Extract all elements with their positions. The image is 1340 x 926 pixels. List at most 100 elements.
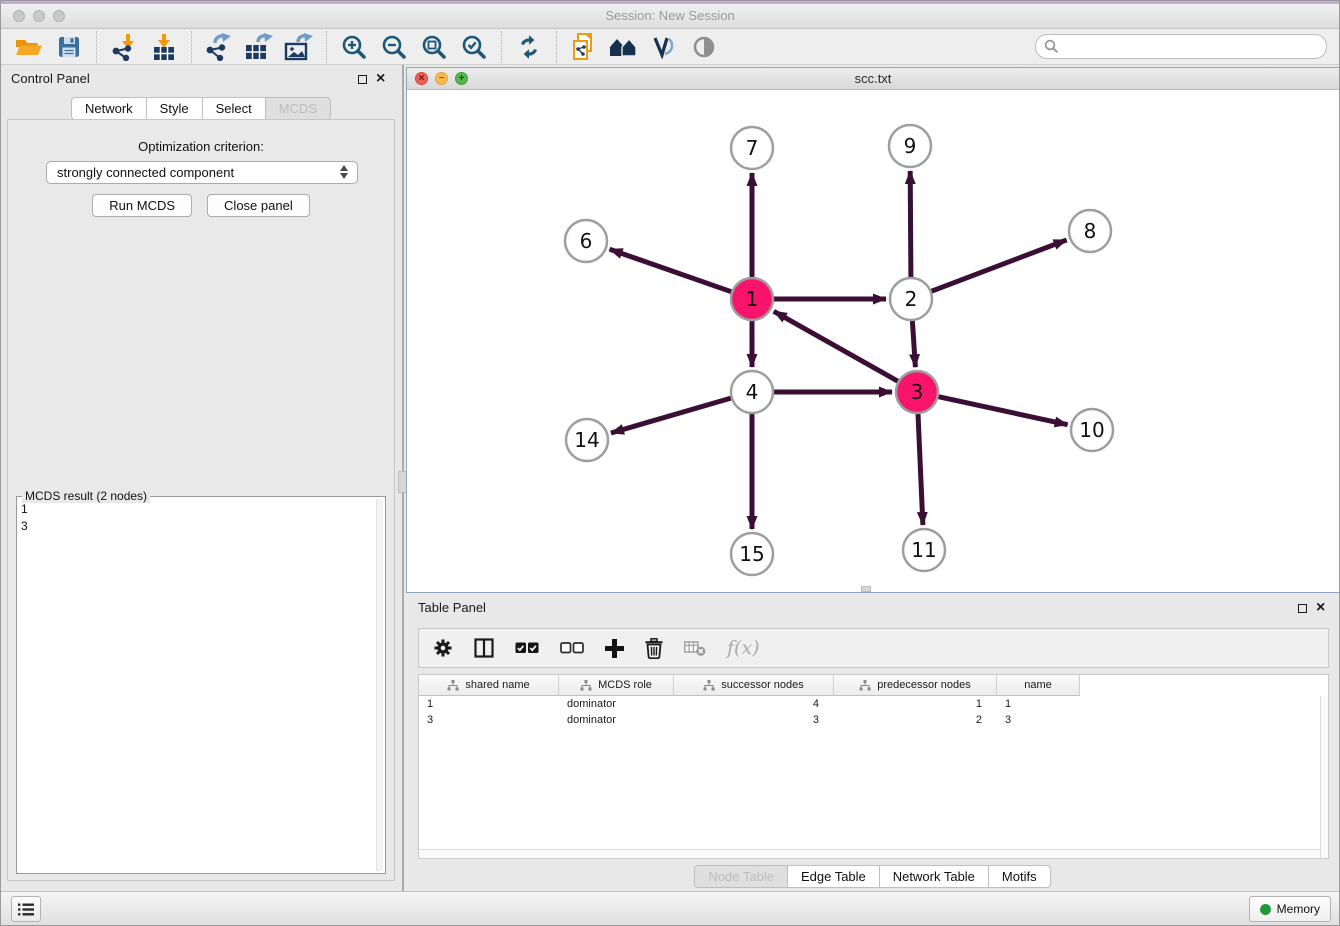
column-header-shared-name[interactable]: shared name [419, 675, 559, 696]
network-resize-handle[interactable] [861, 586, 871, 592]
table-panel-tabs: Node TableEdge TableNetwork TableMotifs [406, 865, 1339, 888]
export-image-icon [284, 33, 314, 61]
edge-3-10[interactable] [939, 397, 1068, 425]
tab-select[interactable]: Select [202, 97, 266, 120]
save-icon [58, 36, 80, 58]
export-table-button[interactable] [239, 31, 279, 63]
graphics-details-button[interactable] [644, 31, 684, 63]
optimization-criterion-label: Optimization criterion: [8, 139, 394, 154]
first-neighbors-button[interactable] [604, 31, 644, 63]
add-column-button[interactable] [605, 639, 624, 658]
float-panel-icon[interactable] [358, 75, 367, 84]
edge-4-14[interactable] [611, 398, 731, 433]
tab-node-table[interactable]: Node Table [694, 865, 788, 888]
mcds-panel: Optimization criterion: strongly connect… [7, 119, 395, 881]
open-session-button[interactable] [9, 31, 49, 63]
import-network-icon [111, 33, 137, 61]
column-header-predecessor-nodes[interactable]: predecessor nodes [834, 675, 997, 696]
attribute-tree-icon [859, 680, 871, 691]
show-columns-button[interactable] [474, 638, 494, 658]
attribute-tree-icon [703, 680, 715, 691]
task-history-button[interactable] [11, 896, 41, 922]
memory-button[interactable]: Memory [1249, 896, 1331, 922]
show-hide-button[interactable] [684, 31, 724, 63]
select-all-button[interactable] [515, 641, 539, 655]
main-titlebar: Session: New Session [1, 4, 1339, 29]
node-4[interactable]: 4 [731, 371, 773, 413]
deselect-all-button[interactable] [560, 641, 584, 655]
control-panel-tabs: NetworkStyleSelectMCDS [1, 97, 401, 120]
edge-2-8[interactable] [932, 240, 1067, 291]
close-panel-icon[interactable]: × [376, 73, 385, 85]
node-7[interactable]: 7 [731, 127, 773, 169]
edge-1-6[interactable] [610, 249, 732, 292]
table-header-row: shared name MCDS rolesuccessor nodesprede… [419, 675, 1328, 696]
svg-text:9: 9 [904, 134, 917, 158]
edge-3-11[interactable] [918, 414, 923, 525]
gear-icon [433, 638, 453, 658]
column-header-successor-nodes[interactable]: successor nodes [674, 675, 834, 696]
mcds-result-text[interactable]: 1 3 [21, 501, 373, 871]
svg-text:8: 8 [1084, 219, 1097, 243]
node-8[interactable]: 8 [1069, 210, 1111, 252]
tab-network-table[interactable]: Network Table [879, 865, 989, 888]
node-table: shared name MCDS rolesuccessor nodesprede… [418, 674, 1329, 859]
node-15[interactable]: 15 [731, 533, 773, 575]
column-header-mcds-role[interactable]: MCDS role [559, 675, 674, 696]
mcds-result-box: MCDS result (2 nodes) 1 3 [16, 496, 386, 874]
node-10[interactable]: 10 [1071, 409, 1113, 451]
cell: 1 [834, 696, 997, 712]
network-canvas[interactable]: 7 9 6 8 1 2 4 3 14 10 15 11 [407, 90, 1339, 592]
tab-mcds[interactable]: MCDS [265, 97, 331, 120]
tab-network[interactable]: Network [71, 97, 147, 120]
result-scrollbar[interactable] [376, 499, 383, 871]
delete-column-button[interactable] [645, 638, 663, 659]
zoom-selected-button[interactable] [454, 31, 494, 63]
close-table-panel-icon[interactable]: × [1316, 602, 1325, 614]
apply-layout-button[interactable] [509, 31, 549, 63]
import-network-button[interactable] [104, 31, 144, 63]
run-mcds-button[interactable]: Run MCDS [92, 194, 192, 217]
cell: 1 [997, 696, 1080, 712]
tab-edge-table[interactable]: Edge Table [787, 865, 880, 888]
svg-text:6: 6 [580, 229, 593, 253]
tab-motifs[interactable]: Motifs [988, 865, 1051, 888]
cell: 2 [834, 712, 997, 728]
column-header-name[interactable]: name [997, 675, 1080, 696]
search-input[interactable] [1035, 34, 1327, 59]
criterion-dropdown[interactable]: strongly connected component [46, 161, 358, 184]
toolbar-separator [556, 31, 557, 63]
main-toolbar [1, 29, 1339, 65]
table-horizontal-scrollbar[interactable] [419, 849, 1320, 858]
network-from-selection-button[interactable] [564, 31, 604, 63]
table-vertical-scrollbar[interactable] [1320, 696, 1328, 858]
edge-2-9[interactable] [910, 171, 911, 277]
table-row[interactable]: 1dominator411 [419, 696, 1328, 712]
export-image-button[interactable] [279, 31, 319, 63]
column-label: shared name [465, 679, 529, 691]
close-panel-button[interactable]: Close panel [207, 194, 310, 217]
table-settings-button[interactable] [433, 638, 453, 658]
float-table-panel-icon[interactable] [1298, 604, 1307, 613]
network-view-window: × − + scc.txt 7968124314101511 [406, 67, 1340, 593]
node-3[interactable]: 3 [896, 371, 938, 413]
function-builder-button[interactable]: f(x) [727, 637, 760, 659]
control-panel-title: Control Panel [11, 71, 90, 86]
edge-3-1[interactable] [774, 311, 898, 381]
node-9[interactable]: 9 [889, 125, 931, 167]
zoom-in-button[interactable] [334, 31, 374, 63]
edge-2-3[interactable] [912, 321, 915, 367]
zoom-out-button[interactable] [374, 31, 414, 63]
node-1[interactable]: 1 [731, 278, 773, 320]
clear-table-button[interactable] [684, 639, 706, 657]
tab-style[interactable]: Style [146, 97, 203, 120]
node-14[interactable]: 14 [566, 419, 608, 461]
node-6[interactable]: 6 [565, 220, 607, 262]
table-row[interactable]: 3dominator323 [419, 712, 1328, 728]
node-2[interactable]: 2 [890, 278, 932, 320]
import-table-button[interactable] [144, 31, 184, 63]
export-network-button[interactable] [199, 31, 239, 63]
zoom-fit-button[interactable] [414, 31, 454, 63]
node-11[interactable]: 11 [903, 529, 945, 571]
save-session-button[interactable] [49, 31, 89, 63]
